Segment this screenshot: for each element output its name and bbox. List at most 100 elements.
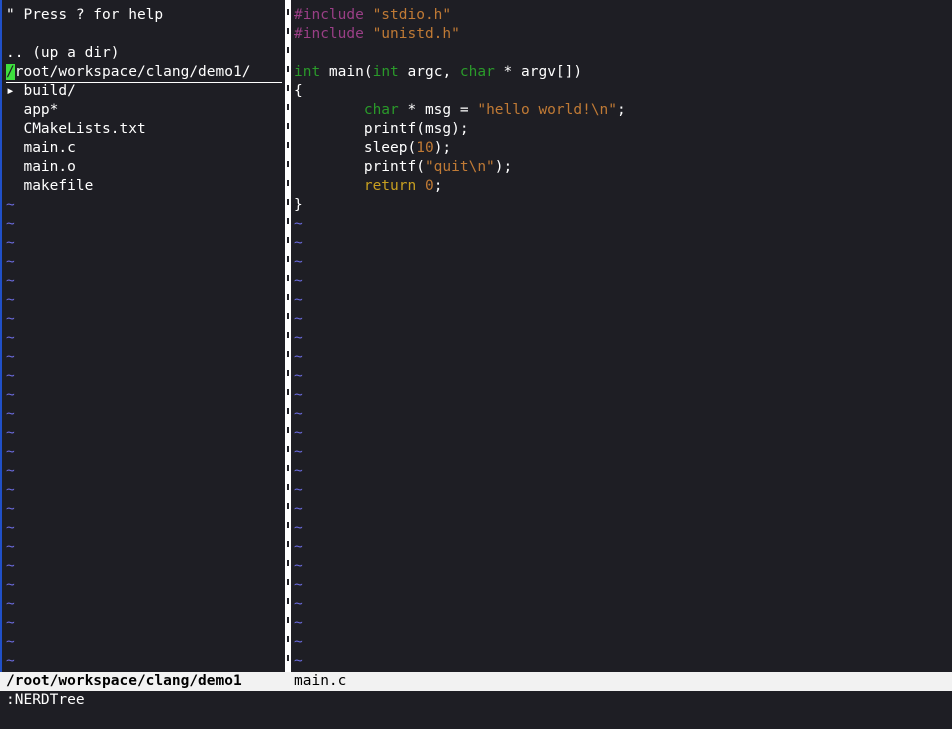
code-line[interactable]: printf("quit\n"); <box>294 158 512 177</box>
code-token: "stdio.h" <box>372 7 452 23</box>
split-divider-gap <box>287 180 289 186</box>
empty-line-tilde: ~ <box>294 311 303 327</box>
code-token: 0 <box>424 178 434 194</box>
code-token: 10 <box>416 140 434 156</box>
empty-line-tilde: ~ <box>294 596 303 612</box>
split-divider-gap <box>287 9 289 15</box>
empty-line-tilde: ~ <box>6 387 15 403</box>
code-token: { <box>294 83 303 99</box>
split-divider-gap <box>287 351 289 357</box>
current-directory[interactable]: /root/workspace/clang/demo1/ <box>6 63 282 83</box>
split-divider-gap <box>287 66 289 72</box>
empty-line-tilde: ~ <box>294 482 303 498</box>
split-divider-gap <box>287 256 289 262</box>
empty-line-tilde: ~ <box>6 653 15 669</box>
empty-line-tilde: ~ <box>294 653 303 669</box>
code-line[interactable]: int main(int argc, char * argv[]) <box>294 63 582 82</box>
code-token: main( <box>320 64 373 80</box>
split-divider-gap <box>287 655 289 661</box>
split-divider-gap <box>287 541 289 547</box>
split-divider-gap <box>287 579 289 585</box>
code-token: "quit\n" <box>424 159 495 175</box>
empty-line-tilde: ~ <box>6 482 15 498</box>
empty-line-tilde: ~ <box>294 615 303 631</box>
empty-line-tilde: ~ <box>294 558 303 574</box>
split-divider-gap <box>287 465 289 471</box>
split-divider-gap <box>287 199 289 205</box>
empty-line-tilde: ~ <box>6 634 15 650</box>
split-divider-gap <box>287 332 289 338</box>
empty-line-tilde: ~ <box>6 596 15 612</box>
split-divider-gap <box>287 161 289 167</box>
split-divider-gap <box>287 446 289 452</box>
split-divider-gap <box>287 503 289 509</box>
empty-line-tilde: ~ <box>6 368 15 384</box>
split-divider-gap <box>287 104 289 110</box>
code-line[interactable]: #include "stdio.h" <box>294 6 451 25</box>
empty-line-tilde: ~ <box>294 235 303 251</box>
code-token: int <box>294 64 321 80</box>
empty-line-tilde: ~ <box>6 330 15 346</box>
text-cursor: / <box>6 64 15 80</box>
code-line[interactable]: } <box>294 196 303 215</box>
code-line[interactable]: char * msg = "hello world!\n"; <box>294 101 626 120</box>
split-divider-gap <box>287 389 289 395</box>
empty-line-tilde: ~ <box>6 235 15 251</box>
nerdtree-pane[interactable]: " Press ? for help .. (up a dir) /root/w… <box>2 0 283 672</box>
empty-line-tilde: ~ <box>294 634 303 650</box>
code-token: ; <box>617 102 626 118</box>
code-line[interactable]: sleep(10); <box>294 139 451 158</box>
split-divider-gap <box>287 408 289 414</box>
code-token: #include <box>294 26 373 42</box>
empty-line-tilde: ~ <box>294 349 303 365</box>
code-line[interactable]: #include "unistd.h" <box>294 25 460 44</box>
code-token: char <box>363 102 399 118</box>
statusline: /root/workspace/clang/demo1 main.c <box>0 672 952 691</box>
split-divider-gap <box>287 313 289 319</box>
empty-line-tilde: ~ <box>294 425 303 441</box>
empty-line-tilde: ~ <box>6 254 15 270</box>
split-divider-gap <box>287 370 289 376</box>
tree-entry[interactable]: main.o <box>6 158 75 177</box>
empty-line-tilde: ~ <box>6 615 15 631</box>
empty-line-tilde: ~ <box>294 273 303 289</box>
empty-line-tilde: ~ <box>294 216 303 232</box>
split-divider-gap <box>287 47 289 53</box>
code-line[interactable]: { <box>294 82 303 101</box>
code-line[interactable]: printf(msg); <box>294 120 469 139</box>
split-divider-gap <box>287 237 289 243</box>
empty-line-tilde: ~ <box>294 501 303 517</box>
empty-line-tilde: ~ <box>294 520 303 536</box>
split-divider-gap <box>287 85 289 91</box>
code-token: * msg = <box>398 102 478 118</box>
tree-entry[interactable]: app* <box>6 101 58 120</box>
split-divider-gap <box>287 28 289 34</box>
code-token: return <box>363 178 417 194</box>
empty-line-tilde: ~ <box>6 406 15 422</box>
empty-line-tilde: ~ <box>294 368 303 384</box>
split-divider-gap <box>287 275 289 281</box>
empty-line-tilde: ~ <box>6 577 15 593</box>
empty-line-tilde: ~ <box>294 387 303 403</box>
tree-entry[interactable]: CMakeLists.txt <box>6 120 145 139</box>
empty-line-tilde: ~ <box>6 425 15 441</box>
empty-line-tilde: ~ <box>6 501 15 517</box>
split-divider-gap <box>287 522 289 528</box>
code-line[interactable]: return 0; <box>294 177 443 196</box>
empty-line-tilde: ~ <box>294 577 303 593</box>
code-token: argc, <box>398 64 460 80</box>
code-token: sleep( <box>294 140 417 156</box>
empty-line-tilde: ~ <box>294 463 303 479</box>
up-dir-link[interactable]: .. (up a dir) <box>6 44 120 63</box>
editor-pane[interactable]: #include "stdio.h" #include "unistd.h" int… <box>292 0 952 672</box>
tree-entry[interactable]: main.c <box>6 139 75 158</box>
split-divider-gap <box>287 636 289 642</box>
split-divider-gap <box>287 427 289 433</box>
tree-entry[interactable]: ▸ build/ <box>6 82 76 101</box>
command-line[interactable]: :NERDTree <box>6 691 85 710</box>
split-divider-gap <box>287 218 289 224</box>
tree-entry[interactable]: makefile <box>6 177 93 196</box>
